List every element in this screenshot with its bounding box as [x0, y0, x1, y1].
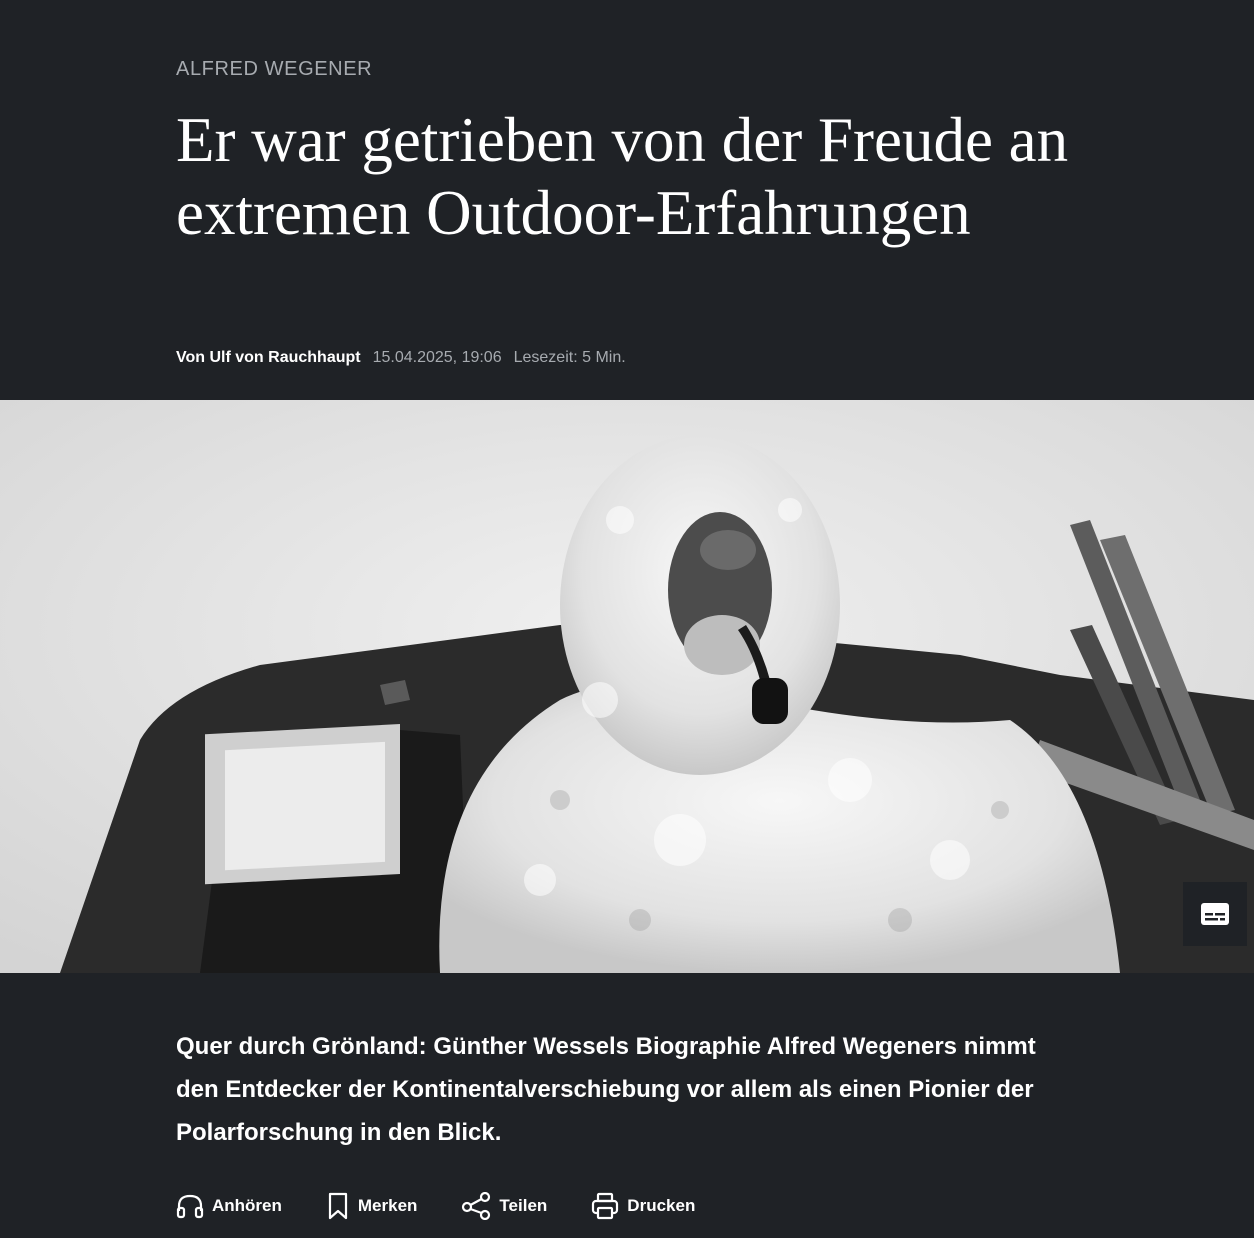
publish-date: 15.04.2025, 19:06 — [372, 349, 502, 366]
article-teaser: Quer durch Grönland: Günther Wessels Bio… — [176, 1033, 1036, 1146]
print-button[interactable]: Drucken — [591, 1192, 695, 1220]
share-button[interactable]: Teilen — [461, 1192, 547, 1220]
listen-button[interactable]: Anhören — [176, 1193, 282, 1219]
bookmark-label: Merken — [357, 1196, 418, 1215]
printer-icon — [592, 1192, 619, 1220]
subtitles-icon — [1201, 903, 1229, 925]
hero-image — [0, 400, 1254, 973]
share-icon — [462, 1192, 491, 1220]
article-headline: Er war getrieben von der Freude an extre… — [176, 105, 1069, 248]
hero-photo — [0, 400, 1254, 973]
caption-toggle-button[interactable] — [1183, 882, 1247, 946]
byline: Von Ulf von Rauchhaupt 15.04.2025, 19:06… — [176, 349, 626, 367]
bookmark-icon — [328, 1192, 347, 1220]
article-action-bar: Anhören Merken Teilen Drucken — [176, 1192, 695, 1220]
bookmark-button[interactable]: Merken — [326, 1192, 418, 1220]
reading-time: Lesezeit: 5 Min. — [513, 349, 626, 366]
author-link[interactable]: Von Ulf von Rauchhaupt — [176, 349, 361, 367]
share-label: Teilen — [499, 1196, 548, 1215]
article-kicker[interactable]: ALFRED WEGENER — [176, 58, 372, 81]
listen-label: Anhören — [212, 1196, 282, 1215]
headphones-icon — [176, 1194, 204, 1219]
print-label: Drucken — [627, 1196, 696, 1215]
